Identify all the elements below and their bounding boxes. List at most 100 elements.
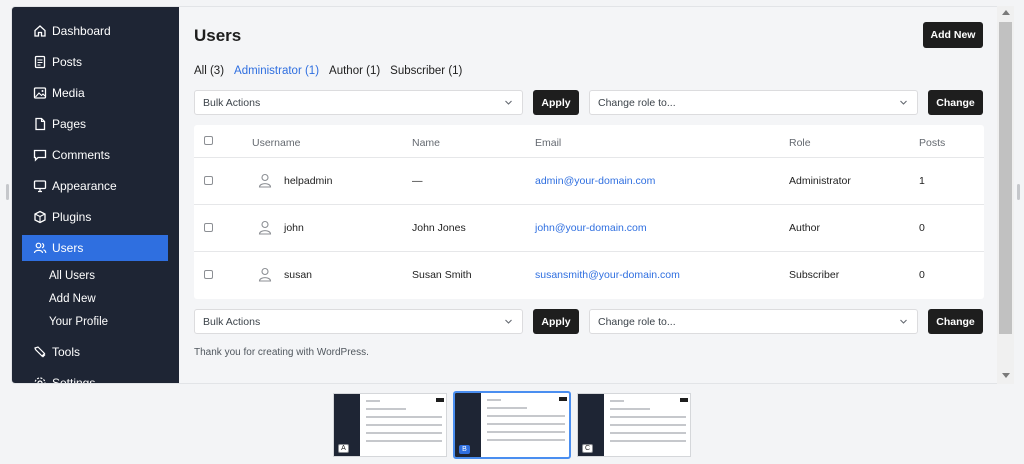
bulk-actions-select-bottom[interactable]: Bulk Actions bbox=[194, 309, 523, 334]
media-icon bbox=[33, 86, 47, 100]
thumbnail-c[interactable]: C bbox=[577, 393, 691, 457]
email-link[interactable]: admin@your-domain.com bbox=[535, 175, 655, 187]
chevron-down-icon bbox=[505, 100, 512, 105]
bulk-actions-select-top[interactable]: Bulk Actions bbox=[194, 90, 523, 115]
user-role: Author bbox=[789, 222, 820, 234]
sidebar-item-label: Appearance bbox=[52, 179, 117, 193]
change-role-value: Change role to... bbox=[598, 315, 676, 328]
sidebar-subitem-all-users[interactable]: All Users bbox=[49, 270, 95, 282]
apply-button-bottom[interactable]: Apply bbox=[533, 309, 579, 334]
thumbnail-label: A bbox=[338, 444, 349, 453]
change-button-bottom[interactable]: Change bbox=[928, 309, 983, 334]
sidebar-item-dashboard[interactable]: Dashboard bbox=[22, 18, 168, 44]
sidebar-item-posts[interactable]: Posts bbox=[22, 49, 168, 75]
role-filters: All (3) Administrator (1) Author (1) Sub… bbox=[194, 65, 472, 77]
footer-note: Thank you for creating with WordPress. bbox=[194, 347, 369, 358]
variant-thumbnails: A B C bbox=[0, 390, 1024, 460]
page-title: Users bbox=[194, 26, 242, 45]
sidebar-item-label: Users bbox=[52, 241, 84, 255]
username-link[interactable]: susan bbox=[284, 269, 312, 281]
plugins-icon bbox=[33, 210, 47, 224]
scroll-down-arrow-icon[interactable] bbox=[1002, 373, 1010, 378]
row-checkbox[interactable] bbox=[204, 270, 213, 279]
column-header-name[interactable]: Name bbox=[412, 137, 440, 149]
avatar-icon bbox=[258, 173, 272, 188]
column-header-role: Role bbox=[789, 137, 811, 149]
user-name: John Jones bbox=[412, 222, 466, 234]
users-icon bbox=[33, 241, 47, 255]
settings-icon bbox=[33, 376, 47, 383]
pages-icon bbox=[33, 117, 47, 131]
thumbnail-b[interactable]: B bbox=[453, 391, 571, 459]
vertical-scrollbar[interactable] bbox=[997, 6, 1014, 384]
sidebar: Dashboard Posts Media Pages Comments App… bbox=[12, 7, 179, 384]
avatar-icon bbox=[258, 220, 272, 235]
row-divider bbox=[194, 204, 984, 205]
chevron-down-icon bbox=[900, 100, 907, 105]
sidebar-item-label: Pages bbox=[52, 117, 87, 131]
username-link[interactable]: john bbox=[284, 222, 304, 234]
row-divider bbox=[194, 157, 984, 158]
sidebar-item-plugins[interactable]: Plugins bbox=[22, 204, 168, 230]
change-button-top[interactable]: Change bbox=[928, 90, 983, 115]
left-resize-handle[interactable] bbox=[6, 184, 9, 200]
thumbnail-label: C bbox=[582, 444, 593, 453]
home-icon bbox=[33, 24, 47, 38]
user-name: — bbox=[412, 175, 423, 187]
select-all-checkbox[interactable] bbox=[204, 136, 213, 145]
admin-window: Dashboard Posts Media Pages Comments App… bbox=[11, 6, 1014, 384]
chevron-down-icon bbox=[900, 319, 907, 324]
change-role-select-top[interactable]: Change role to... bbox=[589, 90, 918, 115]
filter-author[interactable]: Author (1) bbox=[329, 65, 380, 77]
sidebar-item-appearance[interactable]: Appearance bbox=[22, 173, 168, 199]
change-role-select-bottom[interactable]: Change role to... bbox=[589, 309, 918, 334]
post-count[interactable]: 0 bbox=[919, 269, 925, 281]
sidebar-item-label: Posts bbox=[52, 55, 83, 69]
users-table: Username Name Email Role Posts helpadmin… bbox=[194, 125, 984, 299]
sidebar-item-settings[interactable]: Settings bbox=[22, 370, 168, 384]
filter-administrator[interactable]: Administrator (1) bbox=[234, 65, 319, 77]
email-link[interactable]: susansmith@your-domain.com bbox=[535, 269, 680, 281]
sidebar-item-media[interactable]: Media bbox=[22, 80, 168, 106]
post-count[interactable]: 0 bbox=[919, 222, 925, 234]
sidebar-item-label: Plugins bbox=[52, 210, 92, 224]
thumbnail-a[interactable]: A bbox=[333, 393, 447, 457]
thumbnail-label: B bbox=[459, 445, 470, 454]
change-role-value: Change role to... bbox=[598, 96, 676, 109]
chevron-down-icon bbox=[505, 319, 512, 324]
sidebar-item-label: Settings bbox=[52, 376, 96, 384]
post-count[interactable]: 1 bbox=[919, 175, 925, 187]
user-name: Susan Smith bbox=[412, 269, 472, 281]
username-link[interactable]: helpadmin bbox=[284, 175, 332, 187]
appearance-icon bbox=[33, 179, 47, 193]
column-header-posts[interactable]: Posts bbox=[919, 137, 945, 149]
sidebar-item-label: Dashboard bbox=[52, 24, 111, 38]
row-divider bbox=[194, 251, 984, 252]
user-role: Subscriber bbox=[789, 269, 840, 281]
comments-icon bbox=[33, 148, 47, 162]
bulk-actions-value: Bulk Actions bbox=[203, 96, 261, 109]
bulk-actions-value: Bulk Actions bbox=[203, 315, 261, 328]
column-header-email[interactable]: Email bbox=[535, 137, 561, 149]
row-checkbox[interactable] bbox=[204, 223, 213, 232]
sidebar-item-tools[interactable]: Tools bbox=[22, 339, 168, 365]
scroll-up-arrow-icon[interactable] bbox=[1002, 10, 1010, 15]
sidebar-item-label: Comments bbox=[52, 148, 111, 162]
main-content: Users Add New All (3) Administrator (1) … bbox=[179, 7, 999, 383]
avatar-icon bbox=[258, 267, 272, 282]
add-new-button[interactable]: Add New bbox=[923, 22, 983, 48]
right-resize-handle[interactable] bbox=[1017, 184, 1020, 200]
sidebar-subitem-add-new[interactable]: Add New bbox=[49, 293, 96, 305]
sidebar-item-users[interactable]: Users bbox=[22, 235, 168, 261]
scroll-thumb[interactable] bbox=[999, 22, 1012, 334]
filter-subscriber[interactable]: Subscriber (1) bbox=[390, 65, 462, 77]
email-link[interactable]: john@your-domain.com bbox=[535, 222, 647, 234]
filter-all[interactable]: All (3) bbox=[194, 65, 224, 77]
posts-icon bbox=[33, 55, 47, 69]
sidebar-item-comments[interactable]: Comments bbox=[22, 142, 168, 168]
sidebar-item-pages[interactable]: Pages bbox=[22, 111, 168, 137]
sidebar-subitem-your-profile[interactable]: Your Profile bbox=[49, 316, 108, 328]
apply-button-top[interactable]: Apply bbox=[533, 90, 579, 115]
row-checkbox[interactable] bbox=[204, 176, 213, 185]
column-header-username[interactable]: Username bbox=[252, 137, 300, 149]
